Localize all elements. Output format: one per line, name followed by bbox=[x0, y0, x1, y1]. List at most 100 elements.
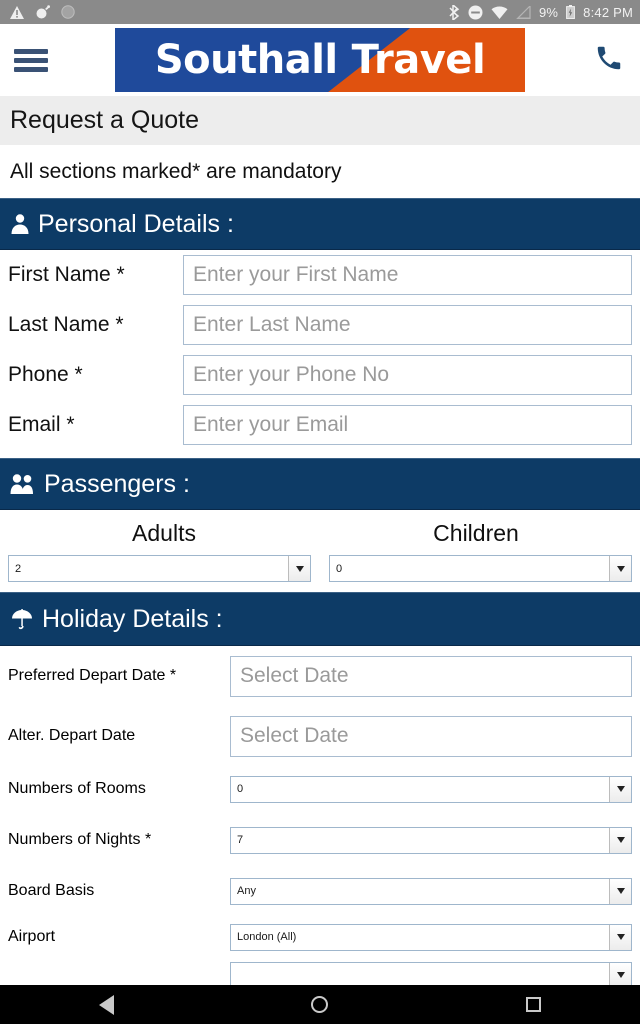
label-numbers-of-rooms: Numbers of Rooms bbox=[8, 780, 146, 797]
status-bar: 9% 8:42 PM bbox=[0, 0, 640, 24]
page-title-bar: Request a Quote bbox=[0, 96, 640, 145]
field-row-last-name: Last Name * Enter Last Name bbox=[8, 300, 632, 350]
bomb-icon bbox=[35, 5, 50, 19]
page-title: Request a Quote bbox=[10, 106, 200, 134]
field-row-alter-depart-date: Alter. Depart Date Select Date bbox=[8, 706, 632, 766]
nav-home-button[interactable] bbox=[260, 996, 380, 1013]
home-icon bbox=[311, 996, 329, 1013]
phone-input[interactable]: Enter your Phone No bbox=[183, 355, 632, 395]
android-navigation-bar bbox=[0, 985, 640, 1024]
circle-icon bbox=[61, 5, 75, 19]
chevron-down-icon bbox=[609, 878, 631, 904]
back-icon bbox=[99, 994, 115, 1015]
adults-select[interactable]: 2 bbox=[8, 555, 311, 582]
battery-icon bbox=[566, 5, 576, 19]
app-header: Southall Travel bbox=[0, 24, 640, 96]
chevron-down-icon bbox=[609, 962, 631, 988]
page-scroll-area[interactable]: Request a Quote All sections marked* are… bbox=[0, 96, 640, 1024]
signal-icon bbox=[516, 5, 531, 19]
label-last-name: Last Name * bbox=[8, 312, 124, 336]
battery-percent-label: 9% bbox=[538, 4, 559, 20]
app-root: 9% 8:42 PM Southall Travel Request a Quo… bbox=[0, 0, 640, 1024]
recents-icon bbox=[525, 997, 541, 1012]
last-name-placeholder: Enter Last Name bbox=[193, 313, 351, 336]
section-header-passengers: Passengers : bbox=[0, 458, 640, 510]
field-row-rooms: Numbers of Rooms 0 bbox=[8, 766, 632, 812]
field-row-first-name: First Name * Enter your First Name bbox=[8, 250, 632, 300]
label-children: Children bbox=[433, 520, 519, 546]
passengers-selects: 2 0 bbox=[0, 555, 640, 592]
logo-text: Southall Travel bbox=[115, 28, 525, 92]
hamburger-menu-icon bbox=[14, 45, 48, 76]
alter-depart-date-placeholder: Select Date bbox=[240, 724, 349, 747]
label-airport: Airport bbox=[8, 928, 56, 945]
bluetooth-icon bbox=[449, 4, 460, 20]
field-row-email: Email * Enter your Email bbox=[8, 400, 632, 450]
nights-value: 7 bbox=[237, 834, 244, 846]
section-title-personal-details: Personal Details : bbox=[38, 209, 234, 238]
adults-value: 2 bbox=[15, 562, 22, 575]
clock-label: 8:42 PM bbox=[583, 4, 633, 20]
field-row-preferred-depart-date: Preferred Depart Date * Select Date bbox=[8, 646, 632, 706]
personal-details-form: First Name * Enter your First Name Last … bbox=[0, 250, 640, 450]
logo-word-travel: Travel bbox=[351, 37, 486, 83]
status-bar-right-icons: 9% 8:42 PM bbox=[441, 4, 633, 20]
chevron-down-icon bbox=[288, 556, 310, 581]
first-name-input[interactable]: Enter your First Name bbox=[183, 255, 632, 295]
children-select[interactable]: 0 bbox=[329, 555, 632, 582]
phone-icon bbox=[594, 43, 624, 78]
nav-back-button[interactable] bbox=[47, 994, 167, 1015]
section-title-holiday-details: Holiday Details : bbox=[42, 604, 223, 633]
rooms-value: 0 bbox=[237, 783, 244, 795]
section-title-passengers: Passengers : bbox=[44, 469, 190, 498]
phone-placeholder: Enter your Phone No bbox=[193, 363, 390, 386]
section-header-holiday-details: Holiday Details : bbox=[0, 592, 640, 646]
label-preferred-depart-date: Preferred Depart Date * bbox=[8, 667, 177, 684]
first-name-placeholder: Enter your First Name bbox=[193, 263, 399, 286]
preferred-depart-date-placeholder: Select Date bbox=[240, 664, 349, 687]
mandatory-note-row: All sections marked* are mandatory bbox=[0, 145, 640, 198]
holiday-details-form: Preferred Depart Date * Select Date Alte… bbox=[0, 646, 640, 990]
brand-logo[interactable]: Southall Travel bbox=[62, 24, 578, 96]
label-adults: Adults bbox=[132, 520, 196, 546]
label-phone: Phone * bbox=[8, 362, 83, 386]
umbrella-icon bbox=[10, 607, 34, 631]
children-value: 0 bbox=[336, 562, 343, 575]
field-row-board-basis: Board Basis Any bbox=[8, 868, 632, 914]
airport-select[interactable]: London (All) bbox=[230, 923, 632, 951]
chevron-down-icon bbox=[609, 556, 631, 581]
label-email: Email * bbox=[8, 412, 75, 436]
alter-depart-date-input[interactable]: Select Date bbox=[230, 715, 632, 757]
chevron-down-icon bbox=[609, 924, 631, 950]
email-placeholder: Enter your Email bbox=[193, 413, 349, 436]
nights-select[interactable]: 7 bbox=[230, 826, 632, 854]
do-not-disturb-icon bbox=[468, 5, 483, 20]
mandatory-note: All sections marked* are mandatory bbox=[10, 159, 342, 183]
board-basis-value: Any bbox=[237, 885, 256, 897]
label-board-basis: Board Basis bbox=[8, 882, 95, 899]
label-alter-depart-date: Alter. Depart Date bbox=[8, 727, 136, 744]
logo-word-southall: Southall bbox=[154, 37, 338, 83]
field-row-nights: Numbers of Nights * 7 bbox=[8, 812, 632, 868]
chevron-down-icon bbox=[609, 827, 631, 853]
chevron-down-icon bbox=[609, 776, 631, 802]
last-name-input[interactable]: Enter Last Name bbox=[183, 305, 632, 345]
label-first-name: First Name * bbox=[8, 262, 125, 286]
preferred-depart-date-input[interactable]: Select Date bbox=[230, 655, 632, 697]
email-input[interactable]: Enter your Email bbox=[183, 405, 632, 445]
rooms-select[interactable]: 0 bbox=[230, 775, 632, 803]
field-row-phone: Phone * Enter your Phone No bbox=[8, 350, 632, 400]
hamburger-menu-button[interactable] bbox=[0, 24, 62, 96]
person-icon bbox=[10, 213, 30, 235]
nav-recents-button[interactable] bbox=[473, 997, 593, 1012]
passengers-column-headers: Adults Children bbox=[0, 510, 640, 555]
status-bar-left-icons bbox=[10, 5, 86, 19]
section-header-personal-details: Personal Details : bbox=[0, 198, 640, 250]
call-button[interactable] bbox=[578, 24, 640, 96]
label-numbers-of-nights: Numbers of Nights * bbox=[8, 831, 152, 848]
airport-value: London (All) bbox=[237, 931, 297, 943]
warning-icon bbox=[10, 5, 24, 19]
board-basis-select[interactable]: Any bbox=[230, 877, 632, 905]
wifi-icon bbox=[491, 5, 508, 19]
people-icon bbox=[10, 473, 36, 495]
